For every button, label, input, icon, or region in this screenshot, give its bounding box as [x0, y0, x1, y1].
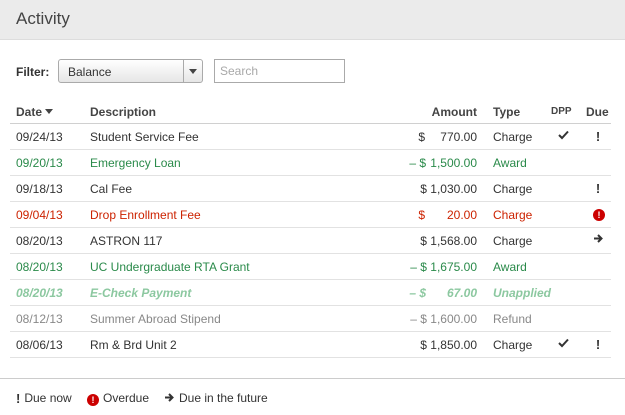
- row-type: Charge: [493, 130, 533, 144]
- overdue-icon: !: [87, 394, 99, 406]
- row-type: Award: [493, 260, 527, 274]
- row-date: 08/20/13: [16, 234, 63, 248]
- row-currency: – $: [409, 156, 426, 170]
- legend-due-now: ! Due now: [16, 391, 72, 406]
- row-amount: – $ 1,600.00: [410, 312, 477, 326]
- row-description: ASTRON 117: [90, 234, 163, 248]
- row-type: Charge: [493, 182, 533, 196]
- row-description: Summer Abroad Stipend: [90, 312, 221, 326]
- row-amount: 67.00: [446, 286, 477, 300]
- arrow-right-icon: [164, 392, 175, 403]
- row-amount: $ 1,850.00: [420, 338, 477, 352]
- row-date: 09/20/13: [16, 156, 63, 170]
- row-description: Drop Enrollment Fee: [90, 208, 201, 222]
- column-header-date[interactable]: Date: [16, 105, 54, 119]
- page-title: Activity: [16, 9, 70, 28]
- row-date: 09/04/13: [16, 208, 63, 222]
- row-amount: 770.00: [440, 130, 477, 144]
- row-type: Charge: [493, 234, 533, 248]
- table-row[interactable]: 08/20/13 ASTRON 117 $ 1,568.00 Charge: [10, 228, 611, 254]
- row-description: Cal Fee: [90, 182, 133, 196]
- due-now-icon: !: [595, 337, 601, 352]
- exclamation-icon: !: [16, 391, 21, 406]
- row-type: Charge: [493, 338, 533, 352]
- column-header-dpp[interactable]: DPP: [551, 106, 572, 117]
- row-type: Refund: [493, 312, 532, 326]
- row-type: Award: [493, 156, 527, 170]
- row-amount: 1,500.00: [430, 156, 477, 170]
- row-currency: – $: [409, 286, 426, 300]
- table-row[interactable]: 08/20/13 UC Undergraduate RTA Grant – $ 1,…: [10, 254, 611, 280]
- row-date: 08/20/13: [16, 286, 63, 300]
- table-row[interactable]: 09/04/13 Drop Enrollment Fee $20.00 Charge!: [10, 202, 611, 228]
- due-now-icon: !: [595, 181, 601, 196]
- row-amount: – $ 1,675.00: [410, 260, 477, 274]
- chevron-down-icon: [189, 69, 197, 74]
- row-amount: $ 1,568.00: [420, 234, 477, 248]
- column-header-amount[interactable]: Amount: [432, 105, 477, 119]
- row-date: 08/12/13: [16, 312, 63, 326]
- dropdown-toggle[interactable]: [183, 60, 202, 82]
- row-description: UC Undergraduate RTA Grant: [90, 260, 250, 274]
- sort-desc-icon: [45, 109, 54, 114]
- table-row[interactable]: 08/20/13 E-Check Payment – $ 67.00 Unapplied: [10, 280, 611, 306]
- row-date: 08/06/13: [16, 338, 63, 352]
- activity-table-body: 09/24/13 Student Service Fee $770.00 Charge…: [10, 124, 611, 358]
- row-currency: $: [418, 130, 425, 144]
- column-header-description[interactable]: Description: [90, 105, 156, 119]
- table-header: Date Description Amount Type DPP Due: [10, 100, 611, 124]
- legend-due-now-label: Due now: [24, 391, 72, 405]
- row-date: 09/24/13: [16, 130, 63, 144]
- overdue-icon: !: [593, 207, 605, 221]
- row-description: E-Check Payment: [90, 286, 192, 300]
- check-icon: [557, 337, 569, 351]
- arrow-right-icon: [593, 233, 603, 244]
- check-icon: [557, 129, 569, 143]
- row-amount: 20.00: [446, 208, 477, 222]
- table-row[interactable]: 09/24/13 Student Service Fee $770.00 Charge…: [10, 124, 611, 150]
- row-currency: $: [418, 208, 425, 222]
- table-row[interactable]: 09/18/13 Cal Fee $ 1,030.00 Charge!: [10, 176, 611, 202]
- table-row[interactable]: 08/06/13 Rm & Brd Unit 2 $ 1,850.00 Charge!: [10, 332, 611, 358]
- table-row[interactable]: 09/20/13 Emergency Loan – $ 1,500.00 Award: [10, 150, 611, 176]
- row-description: Emergency Loan: [90, 156, 181, 170]
- legend-overdue: ! Overdue: [87, 391, 149, 406]
- filter-selected-value: Balance: [68, 65, 112, 79]
- column-header-date-label: Date: [16, 105, 43, 119]
- filter-dropdown[interactable]: Balance: [58, 59, 203, 83]
- column-header-type[interactable]: Type: [493, 105, 520, 119]
- legend-due-future-label: Due in the future: [179, 391, 268, 405]
- row-date: 08/20/13: [16, 260, 63, 274]
- legend-overdue-label: Overdue: [103, 391, 150, 405]
- row-type: Unapplied: [493, 286, 552, 300]
- filter-label: Filter:: [16, 65, 50, 79]
- table-row[interactable]: 08/12/13 Summer Abroad Stipend – $ 1,600.0…: [10, 306, 611, 332]
- row-date: 09/18/13: [16, 182, 63, 196]
- page-header: Activity: [0, 0, 625, 40]
- search-input[interactable]: [214, 59, 345, 83]
- due-now-icon: !: [595, 129, 601, 144]
- legend-due-future: Due in the future: [164, 391, 268, 405]
- row-description: Student Service Fee: [90, 130, 199, 144]
- row-type: Charge: [493, 208, 533, 222]
- legend: ! Due now ! Overdue Due in the future: [0, 378, 625, 415]
- column-header-due[interactable]: Due: [586, 105, 609, 119]
- row-description: Rm & Brd Unit 2: [90, 338, 177, 352]
- row-amount: $ 1,030.00: [420, 182, 477, 196]
